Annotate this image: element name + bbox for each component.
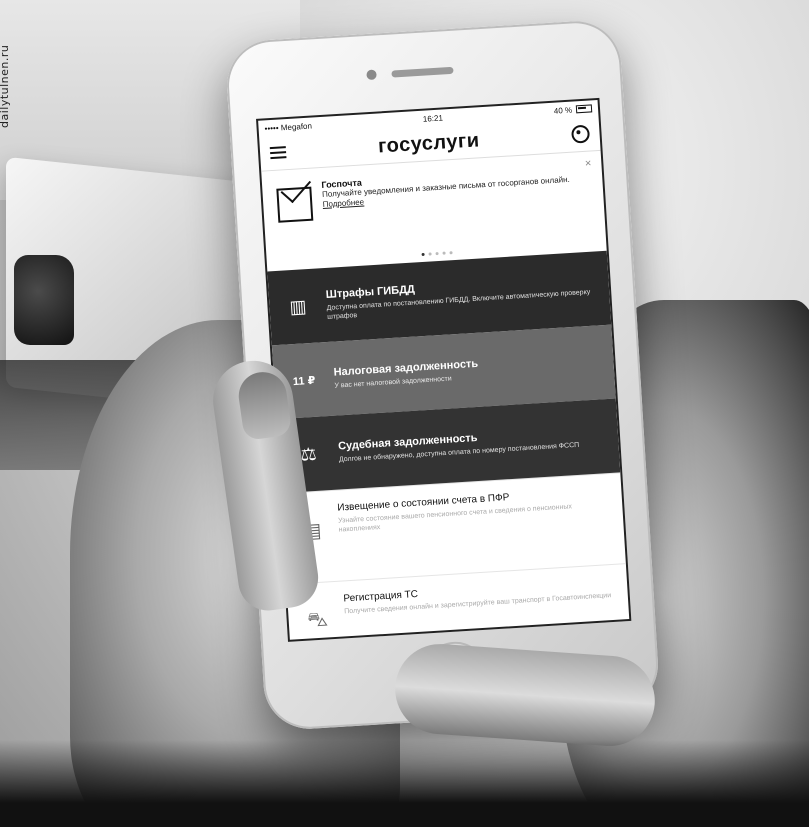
photo-scene: ••••• Megafon 16:21 40 % госуслуги Госпо… bbox=[0, 0, 809, 827]
mail-icon bbox=[276, 186, 314, 223]
close-icon[interactable]: × bbox=[585, 158, 592, 170]
front-camera bbox=[366, 69, 377, 81]
list-item-content: Извещение о состоянии счета в ПФР Узнайт… bbox=[337, 486, 614, 580]
rub-icon: 11 ₽ bbox=[292, 374, 316, 388]
status-time: 16:21 bbox=[422, 113, 444, 124]
carousel-dot[interactable] bbox=[428, 252, 432, 256]
bottom-shadow bbox=[0, 740, 809, 827]
smartphone: ••••• Megafon 16:21 40 % госуслуги Госпо… bbox=[224, 18, 661, 732]
food-item bbox=[14, 255, 74, 345]
carousel-dot[interactable] bbox=[441, 251, 446, 255]
app-logo: госуслуги bbox=[377, 128, 481, 157]
list-item-content: Регистрация ТС Получите сведения онлайн … bbox=[343, 577, 615, 642]
carousel-dot[interactable] bbox=[448, 251, 453, 255]
watermark-text: dailytulnen.ru bbox=[0, 44, 11, 128]
traffic-light-icon: ▥ bbox=[288, 295, 308, 317]
notice-more-link[interactable]: Подробнее bbox=[322, 197, 364, 209]
battery-icon bbox=[575, 104, 593, 114]
profile-icon[interactable] bbox=[571, 124, 591, 144]
menu-icon[interactable] bbox=[269, 146, 287, 160]
carousel-dot[interactable] bbox=[434, 252, 439, 256]
carrier-label: ••••• Megafon bbox=[264, 121, 313, 133]
status-right: 40 % bbox=[554, 104, 593, 115]
card-content: Судебная задолженность Долгов не обнаруж… bbox=[338, 426, 580, 465]
card-content: Налоговая задолженность У вас нет налого… bbox=[333, 358, 479, 391]
card-content: Штрафы ГИБДД Доступна оплата по постанов… bbox=[325, 272, 598, 321]
carousel-dot[interactable] bbox=[421, 252, 425, 257]
right-thumb bbox=[392, 641, 658, 749]
battery-percent: 40 % bbox=[553, 105, 573, 116]
earpiece bbox=[391, 66, 454, 78]
